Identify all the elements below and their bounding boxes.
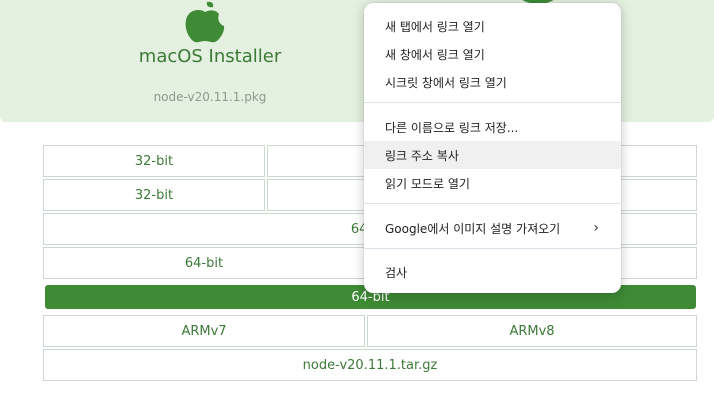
download-armv7[interactable]: ARMv7 xyxy=(43,315,365,347)
chevron-right-icon: › xyxy=(593,220,599,236)
menu-open-in-new-window[interactable]: 새 창에서 링크 열기 xyxy=(364,40,621,68)
menu-google-image-description-label: Google에서 이미지 설명 가져오기 xyxy=(385,221,561,236)
apple-logo-icon xyxy=(185,1,225,43)
menu-copy-link-address[interactable]: 링크 주소 복사 xyxy=(364,141,621,169)
installer-filename: node-v20.11.1.pkg xyxy=(153,90,267,104)
menu-save-link-as[interactable]: 다른 이름으로 링크 저장... xyxy=(364,113,621,141)
menu-divider xyxy=(364,248,621,249)
menu-divider xyxy=(364,102,621,103)
menu-open-in-reading-mode[interactable]: 읽기 모드로 열기 xyxy=(364,169,621,197)
download-32bit-row2[interactable]: 32-bit xyxy=(43,179,265,211)
menu-divider xyxy=(364,203,621,204)
menu-open-in-incognito[interactable]: 시크릿 창에서 링크 열기 xyxy=(364,68,621,96)
context-menu: 새 탭에서 링크 열기 새 창에서 링크 열기 시크릿 창에서 링크 열기 다른… xyxy=(364,3,621,293)
menu-open-in-new-tab[interactable]: 새 탭에서 링크 열기 xyxy=(364,12,621,40)
installer-title[interactable]: macOS Installer xyxy=(120,46,300,67)
menu-google-image-description[interactable]: Google에서 이미지 설명 가져오기 › xyxy=(364,214,621,242)
download-source-tarball[interactable]: node-v20.11.1.tar.gz xyxy=(43,349,697,381)
download-32bit-row1[interactable]: 32-bit xyxy=(43,145,265,177)
download-armv8[interactable]: ARMv8 xyxy=(367,315,697,347)
download-64bit-row4[interactable]: 64-bit xyxy=(43,247,365,279)
menu-inspect[interactable]: 검사 xyxy=(364,258,621,286)
